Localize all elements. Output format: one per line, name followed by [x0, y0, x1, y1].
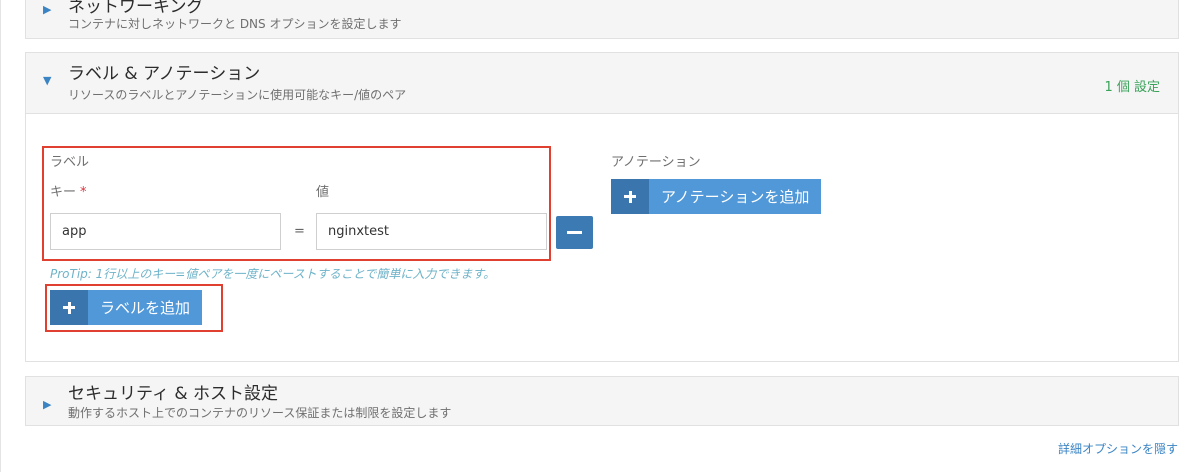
value-column-header: 値: [316, 185, 330, 200]
section-labels-header[interactable]: ▼ ラベル & アノテーション リソースのラベルとアノテーションに使用可能なキー…: [26, 53, 1178, 114]
section-labels-subtitle: リソースのラベルとアノテーションに使用可能なキー/値のペア: [68, 88, 407, 102]
caret-down-icon: ▼: [43, 74, 52, 87]
caret-right-icon: ▶: [43, 398, 52, 411]
plus-icon: [611, 179, 649, 214]
key-column-header: キー *: [50, 181, 87, 200]
key-value-separator: =: [294, 224, 305, 239]
section-networking-title: ネットワーキング: [68, 0, 204, 17]
section-labels-annotations: ▼ ラベル & アノテーション リソースのラベルとアノテーションに使用可能なキー…: [25, 52, 1179, 362]
section-networking-subtitle: コンテナに対しネットワークと DNS オプションを設定します: [68, 17, 402, 31]
protip-text: ProTip: 1行以上のキー=値ペアを一度にペーストすることで簡単に入力できま…: [50, 267, 496, 281]
add-label-button-label: ラベルを追加: [88, 290, 203, 325]
remove-label-button[interactable]: [556, 216, 593, 249]
add-annotation-button-label: アノテーションを追加: [649, 179, 822, 214]
section-security-host: ▶ セキュリティ & ホスト設定 動作するホスト上でのコンテナのリソース保証また…: [25, 376, 1179, 426]
key-header-text: キー: [50, 185, 77, 200]
hide-advanced-options-link[interactable]: 詳細オプションを隠す: [1058, 440, 1178, 457]
minus-icon: [567, 231, 582, 234]
section-security-subtitle: 動作するホスト上でのコンテナのリソース保証または制限を設定します: [68, 406, 452, 420]
left-divider: [0, 0, 1, 472]
plus-icon: [50, 290, 88, 325]
caret-right-icon: ▶: [43, 3, 52, 16]
section-networking: ▶ ネットワーキング コンテナに対しネットワークと DNS オプションを設定しま…: [25, 0, 1179, 39]
add-label-button[interactable]: ラベルを追加: [50, 290, 203, 325]
label-value-input[interactable]: [316, 213, 547, 250]
section-security-title: セキュリティ & ホスト設定: [68, 384, 279, 404]
annotations-heading: アノテーション: [611, 155, 701, 170]
required-asterisk: *: [80, 185, 87, 200]
section-labels-title: ラベル & アノテーション: [68, 64, 261, 84]
labels-heading: ラベル: [50, 155, 90, 170]
configured-count-badge: 1 個 設定: [1104, 80, 1160, 95]
section-networking-header[interactable]: ▶ ネットワーキング コンテナに対しネットワークと DNS オプションを設定しま…: [26, 0, 1178, 38]
section-security-header[interactable]: ▶ セキュリティ & ホスト設定 動作するホスト上でのコンテナのリソース保証また…: [26, 377, 1178, 425]
add-annotation-button[interactable]: アノテーションを追加: [611, 179, 822, 214]
label-key-input[interactable]: [50, 213, 281, 250]
page-root: ▶ ネットワーキング コンテナに対しネットワークと DNS オプションを設定しま…: [0, 0, 1200, 472]
